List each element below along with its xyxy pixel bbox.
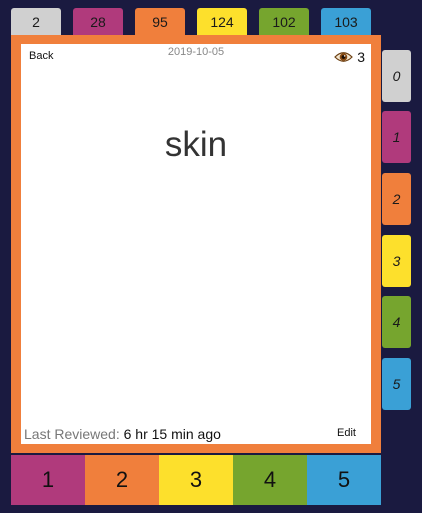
edit-button[interactable]: Edit bbox=[337, 427, 356, 439]
last-reviewed-value: 6 hr 15 min ago bbox=[123, 426, 221, 442]
count-tab-3[interactable]: 124 bbox=[197, 8, 247, 38]
count-tab-0[interactable]: 2 bbox=[11, 8, 61, 38]
count-tab-2[interactable]: 95 bbox=[135, 8, 185, 38]
answer-button-1[interactable]: 1 bbox=[11, 455, 85, 505]
view-count: 3 bbox=[357, 49, 365, 65]
count-tab-5[interactable]: 103 bbox=[321, 8, 371, 38]
eye-icon bbox=[334, 52, 354, 62]
level-tab-3[interactable]: 3 bbox=[382, 235, 411, 287]
level-tab-5[interactable]: 5 bbox=[382, 358, 411, 410]
view-counter: 3 bbox=[334, 49, 365, 65]
answer-button-2[interactable]: 2 bbox=[85, 455, 159, 505]
level-tab-0[interactable]: 0 bbox=[382, 50, 411, 102]
flashcard-screen: 2 28 95 124 102 103 0 1 2 3 4 5 Back 201… bbox=[0, 0, 422, 513]
level-tab-4[interactable]: 4 bbox=[382, 296, 411, 348]
answer-button-3[interactable]: 3 bbox=[159, 455, 233, 505]
card-date: 2019-10-05 bbox=[167, 46, 225, 58]
last-reviewed-label: Last Reviewed: bbox=[24, 426, 120, 442]
answer-button-4[interactable]: 4 bbox=[233, 455, 307, 505]
level-tab-1[interactable]: 1 bbox=[382, 111, 411, 163]
answer-button-5[interactable]: 5 bbox=[307, 455, 381, 505]
flashcard[interactable]: Back 2019-10-05 3 skin Last Reviewed: 6 … bbox=[21, 44, 371, 444]
count-tab-1[interactable]: 28 bbox=[73, 8, 123, 38]
last-reviewed: Last Reviewed: 6 hr 15 min ago bbox=[24, 426, 221, 442]
count-tab-4[interactable]: 102 bbox=[259, 8, 309, 38]
level-tab-2[interactable]: 2 bbox=[382, 173, 411, 225]
answer-buttons: 1 2 3 4 5 bbox=[11, 455, 381, 505]
card-word: skin bbox=[164, 125, 228, 164]
